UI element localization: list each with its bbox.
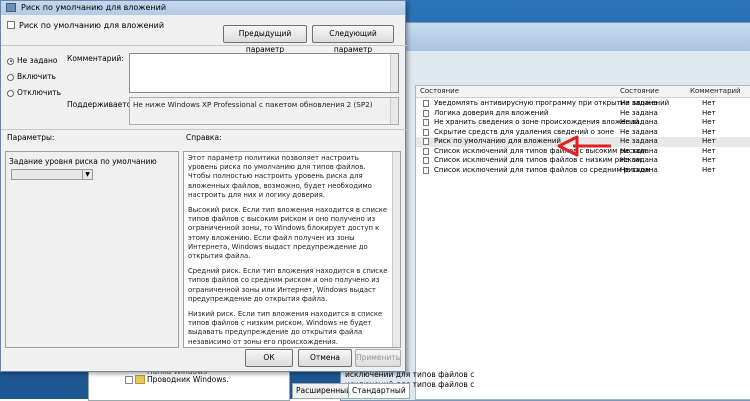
policy-row[interactable]: Логика доверия для вложений Не задана Нет — [416, 109, 750, 119]
policy-state: Не задана — [620, 156, 658, 164]
comment-label: Комментарий: — [67, 54, 124, 63]
tab-extended[interactable]: Расширенный — [292, 383, 355, 399]
policy-list: Состояние Состояние Комментарий Уведомля… — [415, 85, 750, 400]
comment-scrollbar[interactable] — [390, 54, 398, 92]
policy-row[interactable]: Не хранить сведения о зоне происхождения… — [416, 118, 750, 128]
policy-row[interactable]: Уведомлять антивирусную программу при от… — [416, 99, 750, 109]
column-header-comment[interactable]: Комментарий — [690, 87, 741, 95]
dialog-title: Риск по умолчанию для вложений — [21, 3, 167, 12]
tree-panel: Папка Windows Проводник Windows. — [88, 367, 290, 401]
policy-setting-icon — [423, 109, 429, 117]
next-setting-button[interactable]: Следующий параметр — [312, 25, 394, 54]
policy-comment: Нет — [702, 127, 716, 136]
policy-setting-icon — [423, 128, 429, 136]
policy-comment: Нет — [702, 165, 716, 174]
comment-field[interactable] — [129, 53, 399, 93]
setting-name: Риск по умолчанию для вложений — [19, 21, 165, 30]
dialog-titlebar: Риск по умолчанию для вложений — [1, 1, 405, 15]
policy-setting-icon — [423, 166, 429, 174]
supported-scrollbar[interactable] — [390, 98, 398, 124]
radio-not-configured[interactable]: Не задано — [7, 56, 58, 65]
radio-enabled[interactable]: Включить — [7, 72, 56, 81]
radio-disabled[interactable]: Отключить — [7, 88, 61, 97]
previous-setting-button[interactable]: Предыдущий параметр — [223, 25, 307, 54]
cancel-button[interactable]: Отмена — [298, 349, 352, 367]
radio-icon — [7, 89, 14, 97]
policy-setting-icon — [423, 100, 429, 107]
policy-setting-icon — [423, 138, 429, 145]
ok-button[interactable]: ОК — [245, 349, 293, 367]
help-paragraph: Высокий риск. Если тип вложения находитс… — [188, 206, 388, 261]
help-paragraph: Средний риск. Если тип вложения находитс… — [188, 267, 388, 303]
policy-state: Не задана — [620, 108, 658, 117]
setting-icon — [7, 21, 15, 29]
default-risk-level-label: Задание уровня риска по умолчанию — [9, 157, 157, 166]
policy-name: Логика доверия для вложений — [434, 108, 549, 117]
policy-icon — [6, 3, 16, 12]
policy-state: Не задана — [620, 127, 658, 136]
help-paragraph: Этот параметр политики позволяет настрои… — [188, 154, 372, 199]
policy-setting-icon — [423, 147, 429, 155]
policy-state: Не задана — [620, 99, 658, 107]
policy-comment: Нет — [702, 137, 716, 145]
column-header-state[interactable]: Состояние — [620, 87, 659, 95]
tree-item[interactable]: Проводник Windows. — [147, 375, 229, 384]
radio-selected-icon — [7, 57, 14, 65]
policy-comment: Нет — [702, 146, 716, 155]
options-pane: Задание уровня риска по умолчанию ▼ — [5, 151, 179, 348]
policy-comment: Нет — [702, 156, 716, 164]
policy-row[interactable]: Список исключений для типов файлов со ср… — [416, 166, 750, 176]
help-paragraph: Низкий риск. Если тип вложения находится… — [188, 310, 383, 346]
policy-settings-dialog: Риск по умолчанию для вложений Риск по у… — [0, 0, 407, 372]
help-pane: Этот параметр политики позволяет настрои… — [183, 151, 401, 348]
policy-comment: Нет — [702, 108, 716, 117]
supported-label: Поддерживается: — [67, 100, 138, 109]
apply-button[interactable]: Применить — [355, 349, 401, 367]
policy-name: Список исключений для типов файлов с выс… — [434, 146, 647, 155]
policy-comment: Нет — [702, 118, 716, 126]
options-label: Параметры: — [7, 133, 55, 142]
supported-on-field: Не ниже Windows XP Professional с пакето… — [129, 97, 399, 125]
policy-state: Не задана — [620, 137, 658, 145]
policy-comment: Нет — [702, 99, 716, 107]
policy-name: Риск по умолчанию для вложений — [434, 137, 561, 145]
column-header-name[interactable]: Состояние — [420, 87, 459, 95]
policy-state: Не задана — [620, 146, 658, 155]
policy-setting-icon — [423, 157, 429, 164]
policy-list-header: Состояние Состояние Комментарий — [416, 86, 750, 98]
radio-icon — [7, 73, 14, 81]
red-arrow-icon — [557, 135, 611, 157]
chevron-down-icon: ▼ — [82, 170, 92, 179]
policy-state: Не задана — [620, 165, 658, 174]
policy-name: Не хранить сведения о зоне происхождения… — [434, 118, 640, 126]
risk-level-dropdown[interactable]: ▼ — [11, 169, 93, 180]
help-label: Справка: — [186, 133, 222, 142]
tab-standard[interactable]: Стандартный — [348, 383, 410, 399]
policy-name: Список исключений для типов файлов со ср… — [434, 165, 651, 174]
policy-state: Не задана — [620, 118, 658, 126]
policy-setting-icon — [423, 119, 429, 126]
help-scrollbar[interactable] — [392, 152, 400, 347]
